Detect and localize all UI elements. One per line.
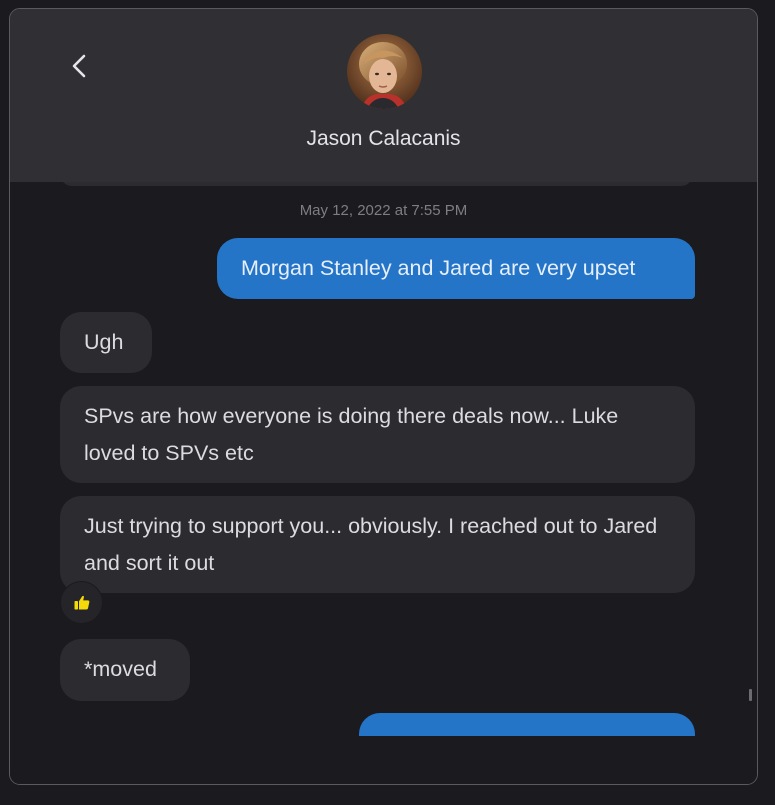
outgoing-message[interactable]: Morgan Stanley and Jared are very upset — [217, 238, 695, 299]
message-text: Morgan Stanley and Jared are very upset — [241, 256, 636, 280]
message-text: Just trying to support you... obviously.… — [84, 514, 658, 575]
avatar[interactable] — [347, 34, 422, 109]
reaction-badge[interactable] — [60, 581, 103, 624]
conversation-header: Jason Calacanis — [10, 9, 757, 182]
incoming-message[interactable]: SPvs are how everyone is doing there dea… — [60, 386, 695, 483]
message-thread[interactable]: May 12, 2022 at 7:55 PM Morgan Stanley a… — [10, 182, 757, 736]
back-button[interactable] — [62, 47, 96, 85]
message-text: *moved — [84, 657, 157, 681]
outgoing-message-partial[interactable] — [359, 713, 695, 736]
message-timestamp: May 12, 2022 at 7:55 PM — [299, 202, 468, 219]
chevron-left-icon — [72, 54, 86, 78]
messages-window: Jason Calacanis May 12, 2022 at 7:55 PM … — [9, 8, 758, 785]
scrollbar-thumb[interactable] — [749, 689, 752, 701]
avatar-photo — [347, 34, 422, 109]
incoming-message[interactable]: Ugh — [60, 312, 152, 373]
previous-message-bubble — [60, 182, 693, 186]
incoming-message[interactable]: Just trying to support you... obviously.… — [60, 496, 695, 593]
thread-footer — [10, 736, 757, 784]
incoming-message[interactable]: *moved — [60, 639, 190, 701]
message-text: Ugh — [84, 330, 124, 354]
message-text: SPvs are how everyone is doing there dea… — [84, 404, 619, 465]
thumbs-up-icon — [74, 595, 89, 610]
contact-name: Jason Calacanis — [306, 127, 461, 150]
